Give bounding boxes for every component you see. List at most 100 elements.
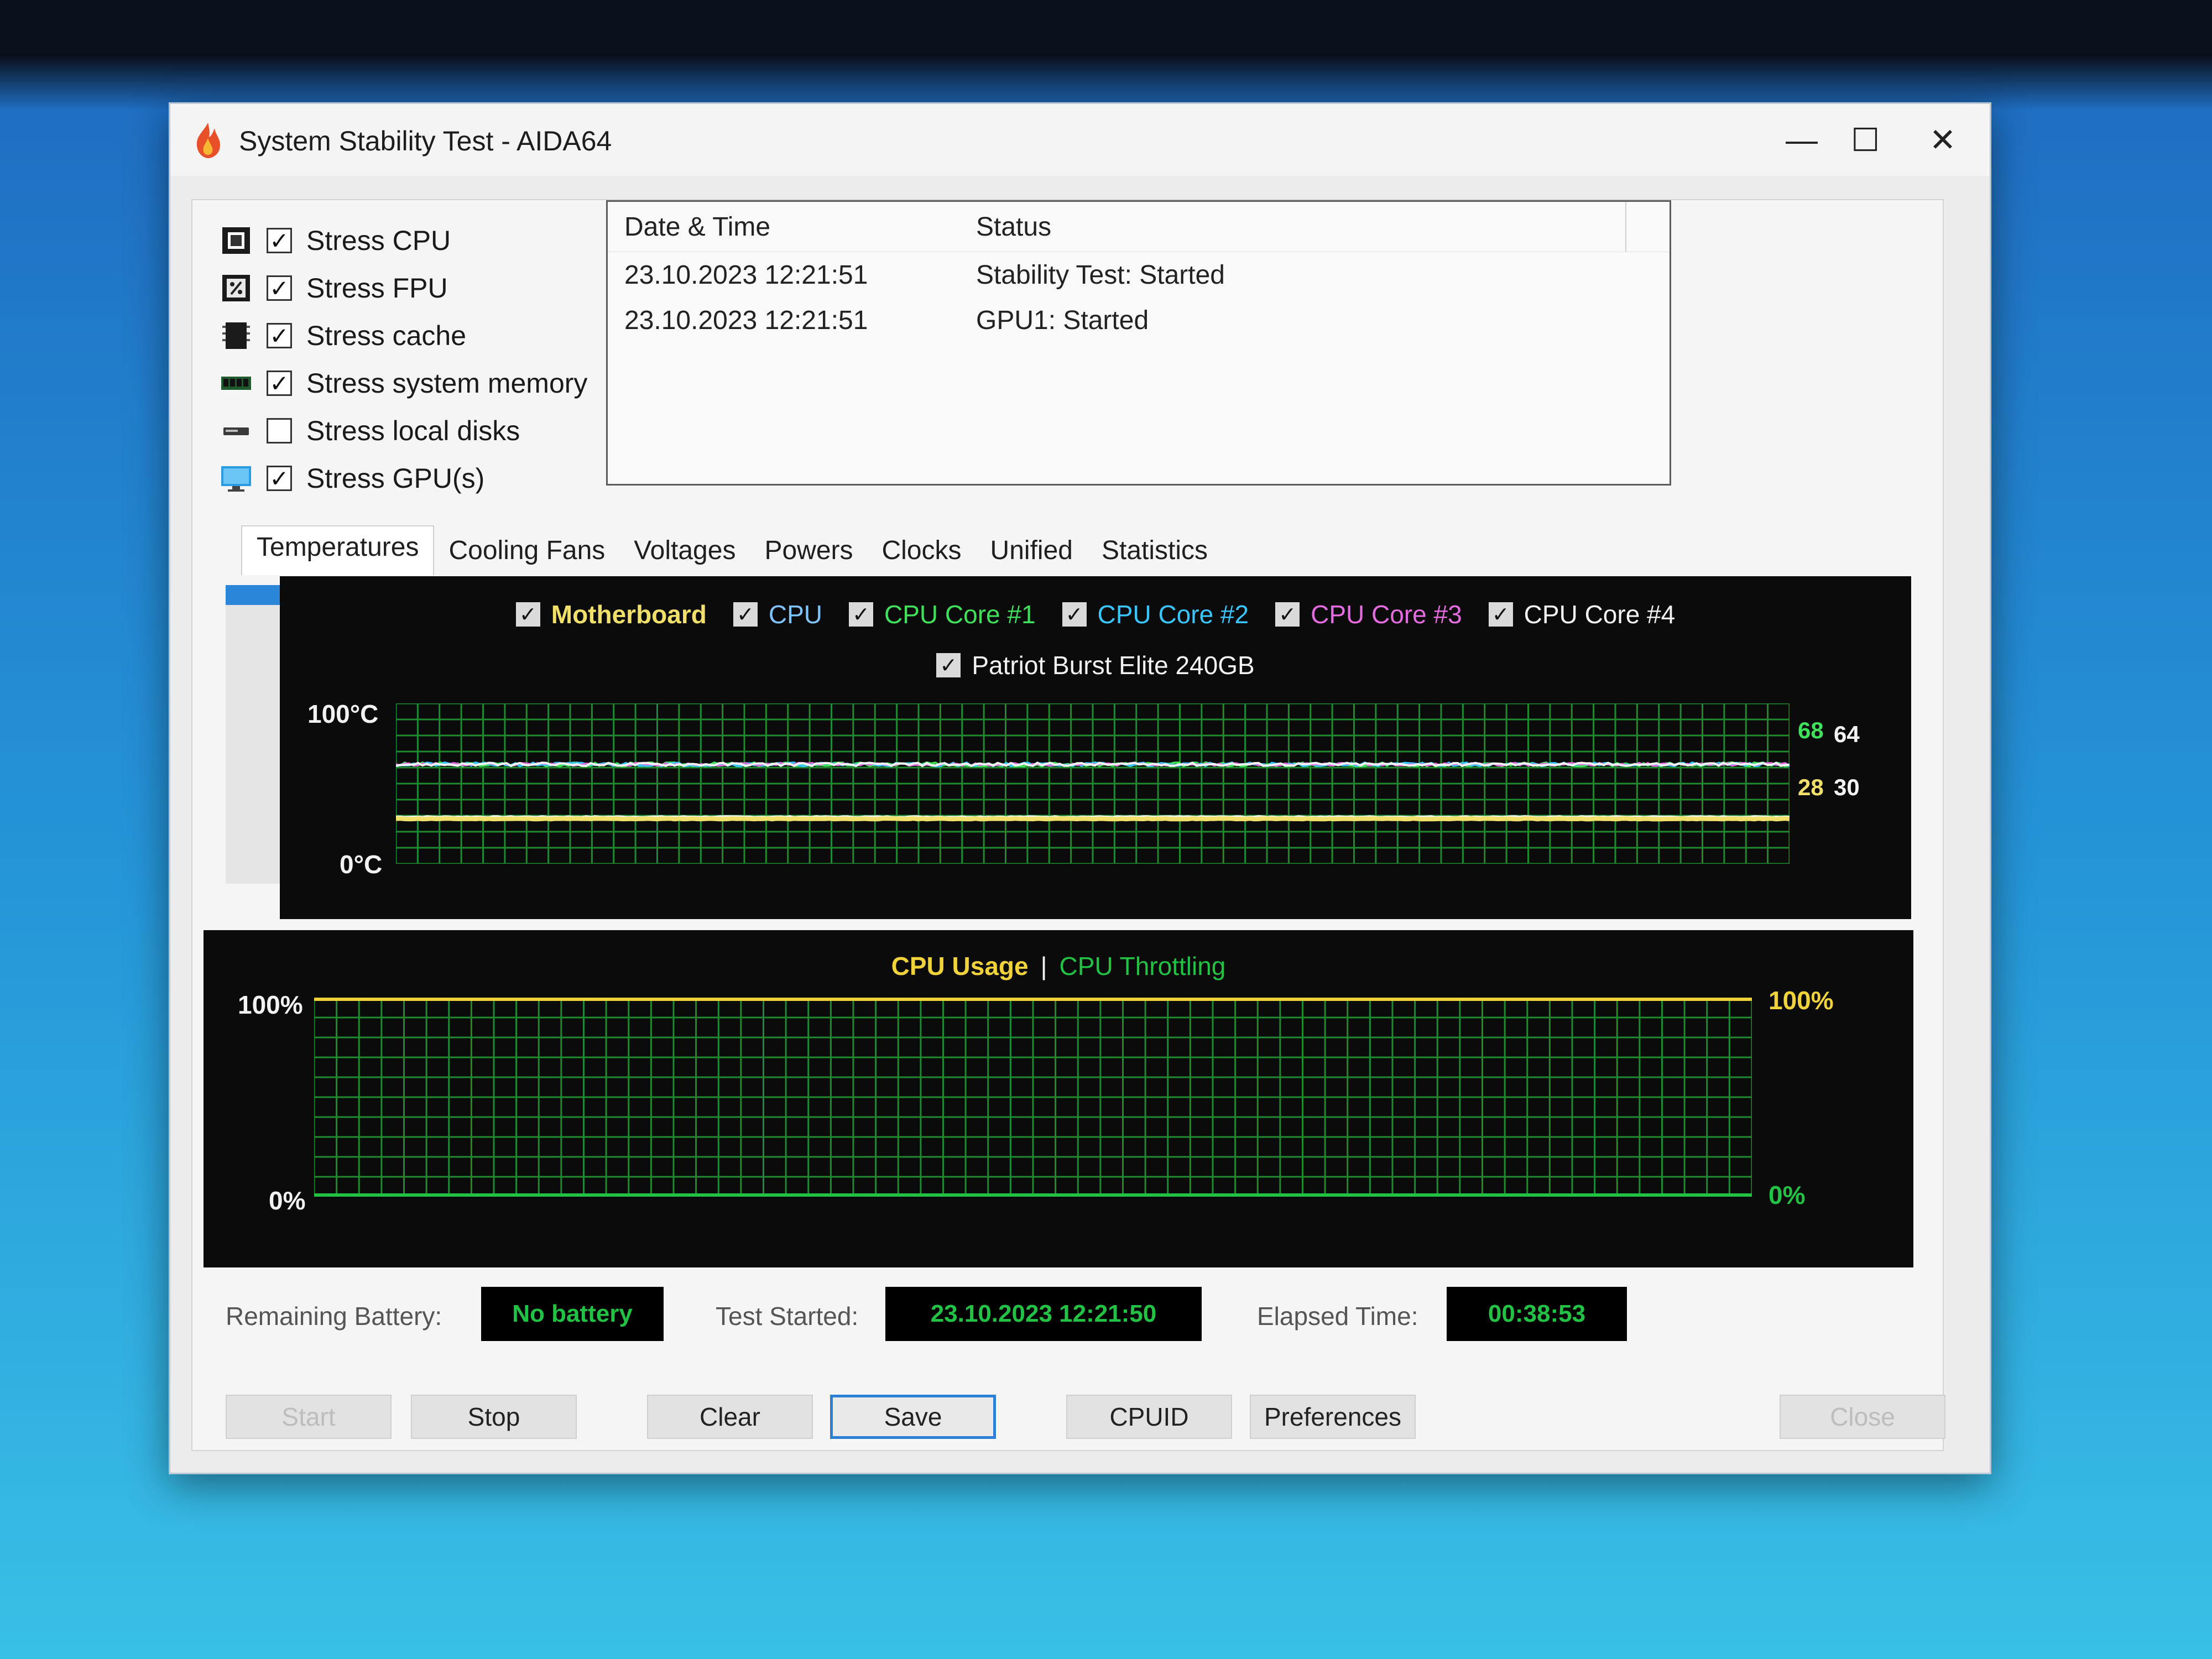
stress-disks-checkbox[interactable] [267,418,292,444]
checkmark-icon[interactable]: ✓ [936,653,961,677]
series-motherboard-line [396,816,1790,822]
event-log-table[interactable]: Date & Time Status 23.10.2023 12:21:51 S… [606,200,1671,486]
usage-plot-area [314,998,1752,1197]
maximize-icon: ☐ [1851,122,1880,158]
usage-legend: CPU Usage | CPU Throttling [204,951,1913,981]
tab-voltages[interactable]: Voltages [619,533,750,575]
start-button[interactable]: Start [226,1395,392,1439]
battery-label: Remaining Battery: [226,1302,442,1331]
cpu-throttling-legend-label: CPU Throttling [1059,952,1226,980]
temperature-graph: ✓ Motherboard ✓ CPU ✓ CPU Core #1 ✓ CPU … [280,576,1911,919]
close-button[interactable]: Close [1780,1395,1945,1439]
maximize-button[interactable]: ☐ [1824,115,1907,165]
column-divider [1625,202,1626,252]
log-header-datetime[interactable]: Date & Time [608,212,976,242]
battery-value: No battery [481,1287,664,1341]
tab-unified[interactable]: Unified [976,533,1087,575]
stress-gpu-label: Stress GPU(s) [306,463,485,494]
preferences-button[interactable]: Preferences [1250,1395,1416,1439]
tab-clocks[interactable]: Clocks [868,533,976,575]
legend-cpu-core-2[interactable]: ✓ CPU Core #2 [1062,599,1249,629]
tab-cooling-fans[interactable]: Cooling Fans [434,533,619,575]
legend-label: CPU [768,600,822,629]
elapsed-time-value: 00:38:53 [1447,1287,1627,1341]
legend-label: CPU Core #1 [884,600,1036,629]
checkmark-icon[interactable]: ✓ [1275,602,1300,627]
cpuid-button[interactable]: CPUID [1066,1395,1232,1439]
checkmark-icon[interactable]: ✓ [733,602,758,627]
save-button[interactable]: Save [830,1395,996,1439]
checkmark-icon[interactable]: ✓ [515,602,540,627]
temperature-legend-row-2: ✓ Patriot Burst Elite 240GB [280,650,1911,680]
test-started-label: Test Started: [716,1302,859,1331]
stress-cpu-option[interactable]: ✓ Stress CPU [220,217,596,264]
usage-axis-min-label: 0% [269,1186,306,1215]
legend-cpu-core-4[interactable]: ✓ CPU Core #4 [1488,599,1676,629]
stress-disks-label: Stress local disks [306,415,520,446]
table-row[interactable]: 23.10.2023 12:21:51 Stability Test: Star… [608,252,1670,298]
usage-right-min-label: 0% [1768,1181,1806,1209]
stress-memory-option[interactable]: ✓ Stress system memory [220,359,596,407]
minimize-icon: — [1786,122,1818,158]
sensor-list-panel[interactable] [226,585,280,884]
log-datetime-cell: 23.10.2023 12:21:51 [624,305,868,335]
stop-button[interactable]: Stop [411,1395,577,1439]
cache-icon [222,322,250,349]
value-label-ssd: 30 [1834,774,1860,800]
legend-label: CPU Core #2 [1097,600,1249,629]
clear-button[interactable]: Clear [647,1395,813,1439]
stability-test-window: System Stability Test - AIDA64 — ☐ ✕ ✓ S… [169,102,1991,1474]
monitor-icon [221,466,251,492]
checkmark-icon: ✓ [269,275,289,301]
close-icon: ✕ [1929,122,1957,158]
stress-fpu-option[interactable]: ✓ Stress FPU [220,264,596,312]
checkmark-icon: ✓ [269,465,289,492]
log-datetime-cell: 23.10.2023 12:21:51 [624,260,868,290]
legend-label: CPU Core #4 [1524,600,1676,629]
stress-cache-label: Stress cache [306,320,467,351]
test-started-value: 23.10.2023 12:21:50 [885,1287,1202,1341]
graph-tabs: Temperatures Cooling Fans Voltages Power… [241,525,1222,575]
log-status-cell: GPU1: Started [976,305,1149,335]
stress-cpu-checkbox[interactable]: ✓ [267,228,292,254]
cpu-usage-legend-label: CPU Usage [891,952,1029,980]
title-bar[interactable]: System Stability Test - AIDA64 — ☐ ✕ [170,104,1990,176]
tab-statistics[interactable]: Statistics [1087,533,1222,575]
stress-cache-option[interactable]: ✓ Stress cache [220,312,596,359]
temperature-plot-area [396,703,1790,864]
aida64-flame-icon [196,123,220,158]
checkmark-icon: ✓ [269,322,289,349]
checkmark-icon[interactable]: ✓ [1488,602,1513,627]
legend-patriot-ssd[interactable]: ✓ Patriot Burst Elite 240GB [936,650,1255,680]
legend-label: Motherboard [551,600,707,629]
stress-cache-checkbox[interactable]: ✓ [267,322,292,349]
memory-module-icon [221,377,251,390]
close-window-button[interactable]: ✕ [1901,115,1984,165]
checkmark-icon[interactable]: ✓ [1062,602,1087,627]
temp-axis-min-label: 0°C [340,850,383,879]
legend-cpu-core-3[interactable]: ✓ CPU Core #3 [1275,599,1462,629]
table-row[interactable]: 23.10.2023 12:21:51 GPU1: Started [608,298,1670,343]
legend-cpu[interactable]: ✓ CPU [733,599,822,629]
legend-motherboard[interactable]: ✓ Motherboard [515,599,707,629]
tab-powers[interactable]: Powers [750,533,867,575]
tab-temperatures[interactable]: Temperatures [241,525,435,575]
usage-axis-max-label: 100% [238,990,303,1019]
checkmark-icon[interactable]: ✓ [848,602,873,627]
selected-sensor-highlight[interactable] [226,585,280,605]
stress-gpu-checkbox[interactable]: ✓ [267,465,292,492]
legend-label: Patriot Burst Elite 240GB [972,651,1255,680]
fpu-icon [222,275,250,301]
log-status-cell: Stability Test: Started [976,260,1225,290]
stress-memory-checkbox[interactable]: ✓ [267,371,292,397]
value-label-core1: 68 [1798,717,1824,743]
log-header-status[interactable]: Status [976,212,1640,242]
stress-gpu-option[interactable]: ✓ Stress GPU(s) [220,455,596,502]
log-header-row: Date & Time Status [608,202,1670,252]
main-panel: ✓ Stress CPU ✓ Stress FPU ✓ Stress cache… [191,199,1945,1451]
legend-cpu-core-1[interactable]: ✓ CPU Core #1 [848,599,1036,629]
cpu-chip-icon [222,227,250,254]
stress-disks-option[interactable]: Stress local disks [220,407,596,455]
stress-fpu-checkbox[interactable]: ✓ [267,275,292,301]
stress-cpu-label: Stress CPU [306,225,451,256]
